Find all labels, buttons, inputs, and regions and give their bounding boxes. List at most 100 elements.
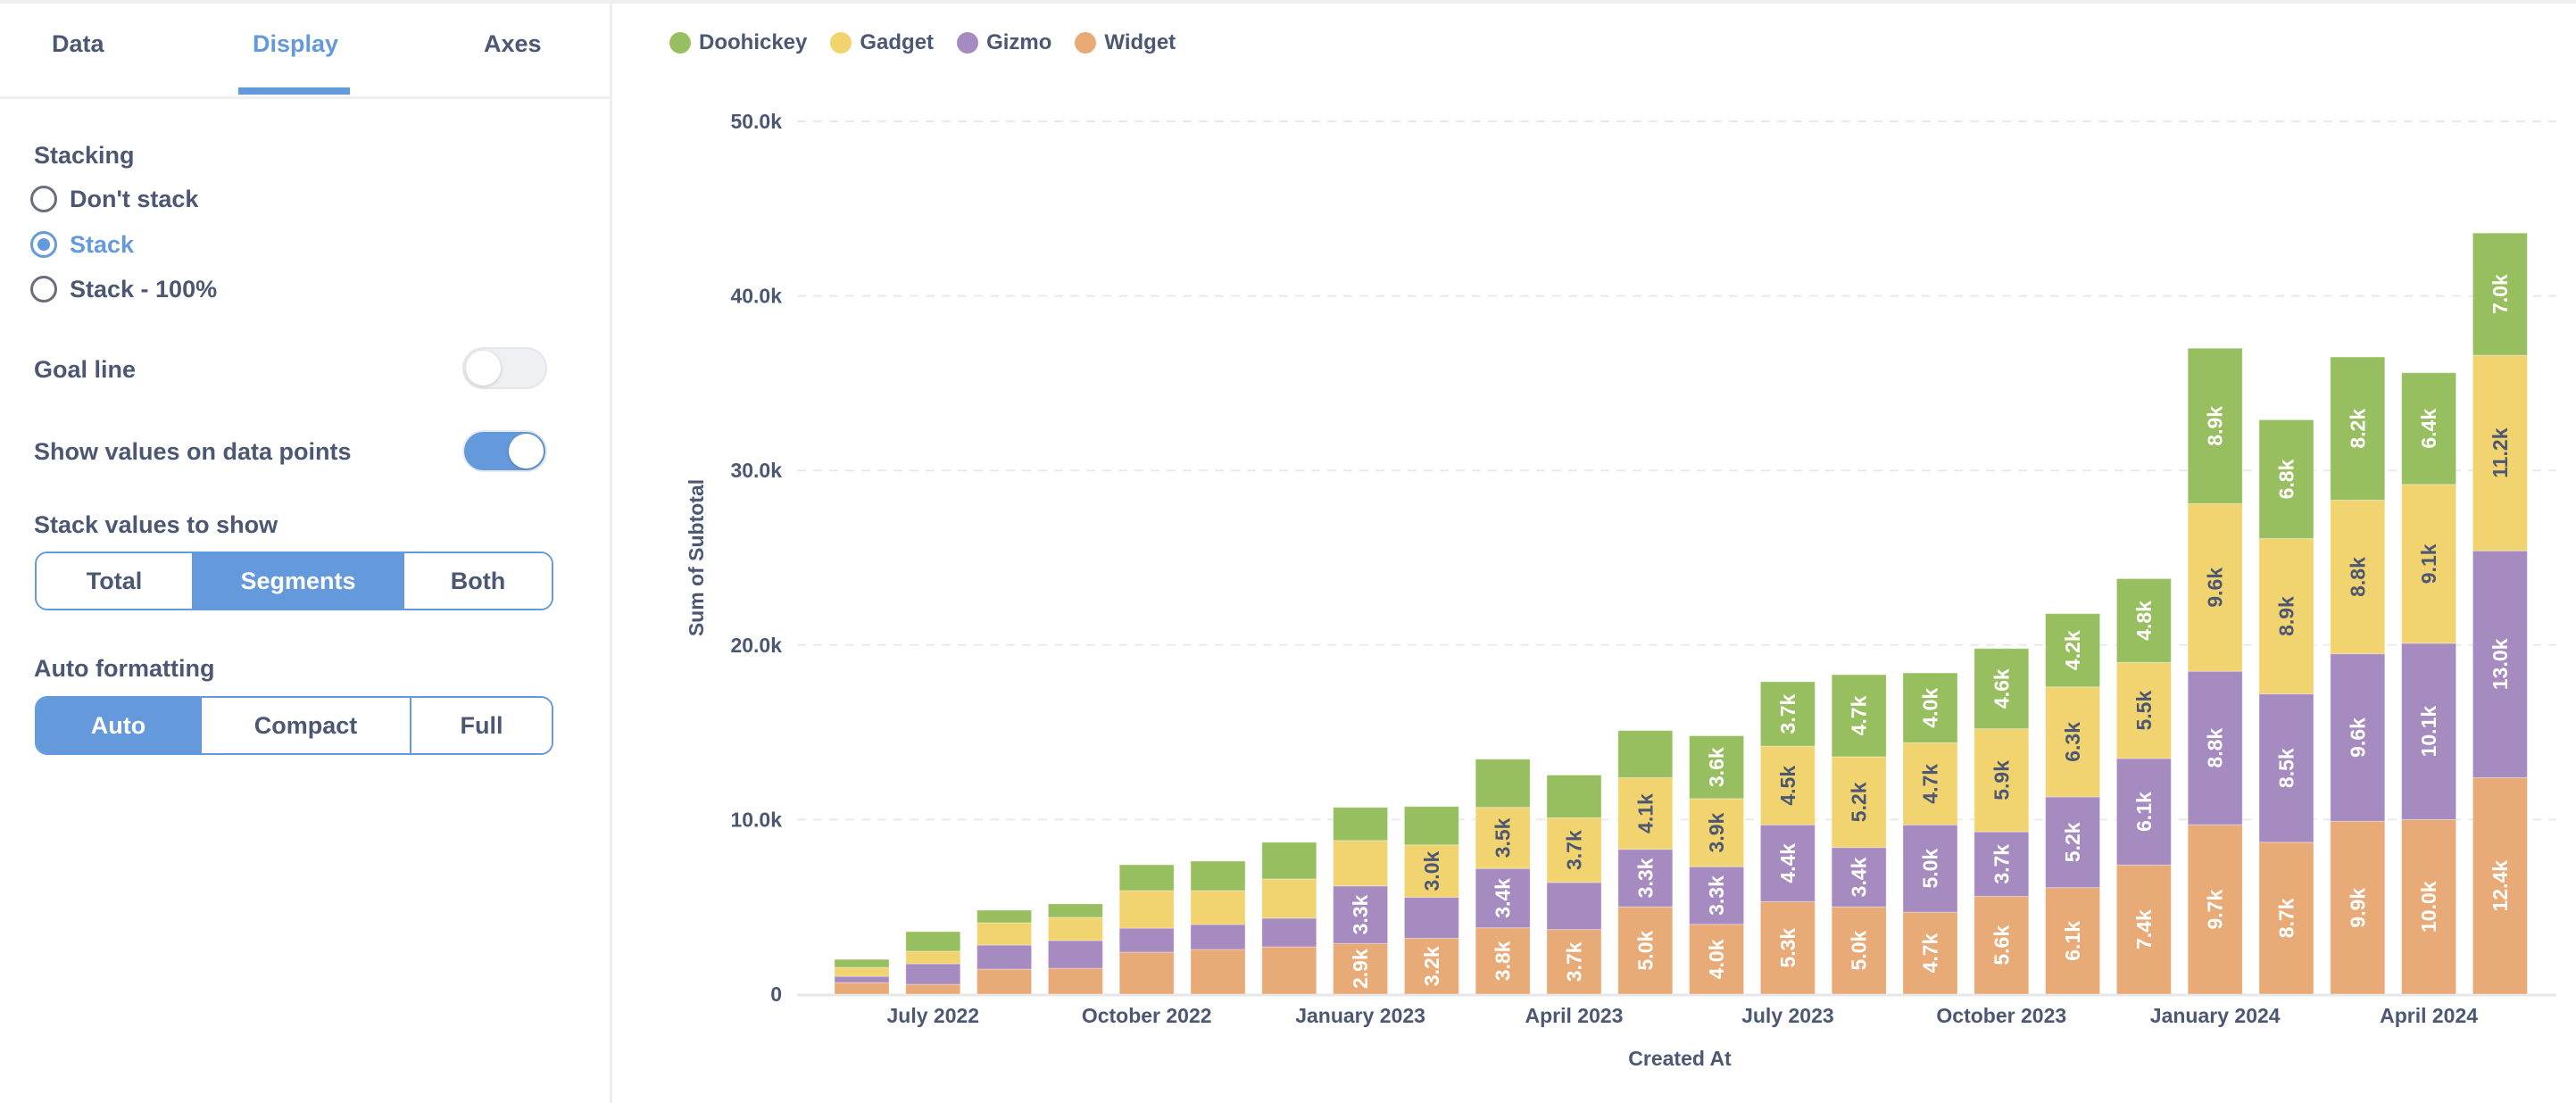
toggle-knob: [509, 434, 544, 469]
bar-stack: 5.0k 3.4k 5.2k 4.7k: [1831, 674, 1887, 995]
toggle-knob: [466, 351, 501, 386]
x-tick-label: April 2023: [1525, 1004, 1624, 1027]
stacked-bar-chart: 010.0k20.0k30.0k40.0k50.0k 2.9k3.3k3.2k3…: [685, 110, 2556, 1070]
bar-stack: [1261, 842, 1317, 995]
bars: 2.9k 3.3k 3.2k 3.0k 3.8k 3.4k 3.5k 3.7k 3.7k 5.0k…: [834, 232, 2528, 995]
data-label: 4.1k: [1633, 793, 1657, 833]
data-label: 12.4k: [2489, 860, 2512, 912]
data-label: 8.8k: [2346, 557, 2369, 597]
data-label: 4.7k: [1848, 695, 1871, 735]
data-label: 3.3k: [1705, 875, 1728, 916]
radio-label: Stack - 100%: [70, 275, 218, 303]
data-label: 4.7k: [1919, 764, 1942, 804]
auto-formatting-full[interactable]: Full: [410, 698, 552, 753]
bar-segment-gadget: [1333, 840, 1389, 887]
data-label: 4.7k: [1919, 933, 1942, 973]
data-label: 5.0k: [1848, 931, 1871, 971]
bar-segment-gadget: [1118, 890, 1175, 929]
y-tick-label: 10.0k: [730, 808, 782, 831]
radio-label: Don't stack: [70, 185, 199, 212]
bar-stack: 5.0k 3.3k 4.1k: [1617, 730, 1674, 995]
data-label: 10.1k: [2417, 706, 2440, 758]
radio-stack[interactable]: Stack: [30, 229, 134, 260]
data-label: 4.8k: [2132, 601, 2156, 641]
data-label: 9.6k: [2346, 717, 2369, 758]
data-label: 3.2k: [1420, 946, 1443, 986]
data-label: 2.9k: [1349, 949, 1372, 989]
bar-segment-gadget: [976, 922, 1033, 946]
bar-stack: 9.7k 8.8k 9.6k 8.9k: [2187, 347, 2243, 995]
tab-axes[interactable]: Axes: [484, 30, 542, 58]
data-label: 5.6k: [1990, 925, 2013, 966]
bar-stack: 5.3k 4.4k 4.5k 3.7k: [1759, 681, 1816, 995]
x-tick-label: April 2024: [2380, 1004, 2478, 1027]
goal-line-toggle[interactable]: [462, 347, 547, 389]
tab-display[interactable]: Display: [253, 30, 338, 58]
radio-label: Stack: [70, 230, 135, 258]
data-label: 6.4k: [2417, 409, 2440, 449]
stack-values-segments[interactable]: Segments: [192, 553, 403, 609]
data-label: 8.5k: [2275, 748, 2298, 788]
bar-segment-gadget: [905, 950, 961, 965]
data-label: 10.0k: [2417, 881, 2440, 933]
bar-segment-widget: [976, 968, 1033, 995]
bar-stack: 2.9k 3.3k: [1333, 807, 1389, 995]
data-label: 7.4k: [2132, 909, 2156, 950]
bar-segment-gadget: [834, 966, 890, 977]
data-label: 3.7k: [1776, 693, 1799, 734]
active-tab-indicator: [238, 87, 350, 95]
auto-formatting-compact[interactable]: Compact: [200, 698, 410, 753]
bar-segment-gadget: [1190, 890, 1246, 925]
bar-segment-doohickey: [1047, 903, 1103, 918]
bar-segment-widget: [834, 982, 890, 995]
bar-segment-gizmo: [1047, 940, 1103, 969]
bar-stack: 4.0k 3.3k 3.9k 3.6k: [1689, 735, 1745, 995]
radio-dont-stack[interactable]: Don't stack: [30, 184, 198, 214]
show-values-toggle[interactable]: [462, 430, 547, 472]
bar-stack: [1047, 903, 1103, 995]
bar-stack: 8.7k 8.5k 8.9k 6.8k: [2258, 419, 2314, 995]
data-label: 4.0k: [1919, 688, 1942, 728]
data-label: 9.6k: [2204, 568, 2227, 608]
data-label: 5.9k: [1990, 760, 2013, 800]
y-axis-title: Sum of Subtotal: [685, 479, 708, 636]
data-label: 8.7k: [2275, 898, 2298, 938]
bar-segment-doohickey: [1546, 775, 1602, 818]
show-values-label: Show values on data points: [34, 438, 352, 465]
y-tick-label: 50.0k: [730, 110, 782, 133]
data-label: 4.6k: [1990, 668, 2013, 709]
data-label: 3.8k: [1492, 941, 1515, 981]
bar-segment-gizmo: [1403, 896, 1459, 939]
data-label: 4.4k: [1776, 843, 1799, 883]
data-label: 4.0k: [1705, 939, 1728, 979]
goal-line-label: Goal line: [34, 356, 137, 383]
x-tick-label: January 2023: [1295, 1004, 1425, 1027]
data-label: 6.1k: [2061, 921, 2084, 961]
tab-data[interactable]: Data: [52, 30, 104, 58]
data-label: 3.4k: [1492, 878, 1515, 918]
bar-segment-widget: [905, 983, 961, 995]
bar-stack: 10.0k 10.1k 9.1k 6.4k: [2401, 372, 2457, 995]
bar-stack: 3.8k 3.4k 3.5k: [1475, 759, 1531, 995]
auto-formatting-label: Auto formatting: [34, 655, 215, 682]
bar-segment-doohickey: [1190, 860, 1246, 892]
data-label: 9.7k: [2204, 890, 2227, 930]
bar-segment-gizmo: [1261, 917, 1317, 948]
auto-formatting-auto[interactable]: Auto: [37, 698, 200, 753]
data-label: 6.1k: [2132, 792, 2156, 832]
x-tick-label: July 2023: [1741, 1004, 1834, 1027]
y-tick-label: 40.0k: [730, 285, 782, 308]
data-label: 7.0k: [2489, 274, 2512, 314]
data-label: 3.3k: [1633, 858, 1657, 898]
bar-stack: [905, 931, 961, 995]
bar-segment-doohickey: [1617, 730, 1674, 778]
bar-segment-gizmo: [1190, 924, 1246, 950]
x-axis-ticks: July 2022 October 2022 January 2023 April 2…: [887, 1004, 2479, 1027]
data-label: 8.8k: [2204, 728, 2227, 768]
bar-segment-doohickey: [905, 931, 961, 952]
stack-values-both[interactable]: Both: [403, 553, 552, 609]
bar-segment-gadget: [1261, 878, 1317, 919]
radio-stack-100[interactable]: Stack - 100%: [30, 274, 217, 304]
stack-values-total[interactable]: Total: [37, 553, 192, 609]
y-tick-label: 0: [770, 983, 782, 1006]
